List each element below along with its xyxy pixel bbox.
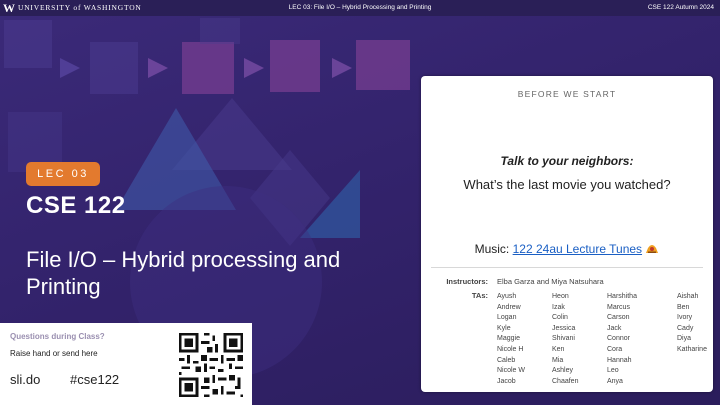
lecture-title: File I/O – Hybrid processing and Printin… (26, 247, 341, 299)
ta-column-2: Heon Izak Colin Jessica Shivani Ken Mia Ashley C… (552, 292, 578, 387)
prompt-label: Talk to your neighbors: (500, 154, 634, 168)
lecture-slide: W UNIVERSITY of WASHINGTON LEC 03: File … (0, 0, 720, 405)
slido-tag: #cse122 (70, 372, 120, 387)
music-emoji-icon (646, 245, 659, 253)
card-heading: BEFORE WE START (517, 89, 617, 99)
ta-name: Aishah (677, 293, 699, 300)
ta-name: Hannah (607, 356, 632, 364)
ta-column-4: Aishah Ben Ivory Cady Diya Katharine (677, 292, 707, 356)
ta-name: Carson (607, 314, 630, 322)
ta-name: Marcus (607, 303, 630, 311)
card-divider (431, 267, 703, 268)
top-bar: W UNIVERSITY of WASHINGTON LEC 03: File … (0, 0, 720, 16)
ta-name: Heon (552, 293, 569, 300)
ta-column-1: Ayush Andrew Logan Kyle Maggie Nicole H Caleb N… (497, 292, 525, 387)
instructors-names: Elba Garza and Miya Natsuhara (497, 277, 604, 286)
music-playlist-link[interactable]: 122 24au Lecture Tunes (513, 242, 642, 256)
ta-name: Leo (607, 367, 619, 375)
music-line: Music: 122 24au Lecture Tunes (421, 242, 713, 256)
ta-name: Ashley (552, 367, 574, 375)
ta-name: Ivory (677, 314, 693, 322)
ta-name: Andrew (497, 303, 521, 311)
ta-name: Mia (552, 356, 564, 364)
ta-name: Anya (607, 377, 623, 385)
ta-name: Nicole H (497, 345, 524, 353)
ta-name: Harshitha (607, 293, 637, 300)
ta-name: Cora (607, 345, 623, 353)
ta-name: Jack (607, 324, 622, 332)
ta-name: Kyle (497, 324, 511, 332)
ta-name: Chaafen (552, 377, 579, 385)
slido-site: sli.do (10, 372, 41, 387)
course-code: CSE 122 (26, 192, 126, 219)
music-label: Music: (474, 242, 510, 256)
ta-name: Diya (677, 335, 692, 343)
ta-column-3: Harshitha Marcus Carson Jack Connor Cora Hanna… (607, 292, 637, 387)
instructors-label: Instructors: (446, 277, 488, 286)
ta-name: Ken (552, 345, 565, 353)
ta-name: Jessica (552, 324, 576, 332)
ta-name: Maggie (497, 335, 520, 343)
ta-name: Shivani (552, 335, 575, 343)
questions-subtitle: Raise hand or send here (10, 349, 98, 358)
qr-code-icon (176, 330, 246, 400)
ta-name: Ayush (497, 293, 517, 300)
questions-heading: Questions during Class? (10, 332, 105, 341)
prompt-question: What’s the last movie you watched? (463, 177, 671, 192)
before-we-start-card: BEFORE WE START Talk to your neighbors: … (421, 76, 713, 392)
ta-name: Caleb (497, 356, 516, 364)
ta-name: Izak (552, 303, 565, 311)
ta-name: Katharine (677, 345, 707, 353)
ta-name: Colin (552, 314, 568, 322)
course-term: CSE 122 Autumn 2024 (647, 4, 714, 11)
ta-name: Cady (677, 324, 694, 332)
lecture-number-badge: LEC 03 (26, 162, 100, 186)
ta-name: Jacob (497, 377, 516, 385)
lecture-title-header: LEC 03: File I/O – Hybrid Processing and… (288, 4, 432, 11)
ta-name: Nicole W (497, 367, 526, 375)
ta-name: Logan (497, 314, 517, 322)
ta-name: Ben (677, 303, 690, 311)
ta-name: Connor (607, 335, 630, 343)
tas-label: TAs: (471, 291, 488, 300)
